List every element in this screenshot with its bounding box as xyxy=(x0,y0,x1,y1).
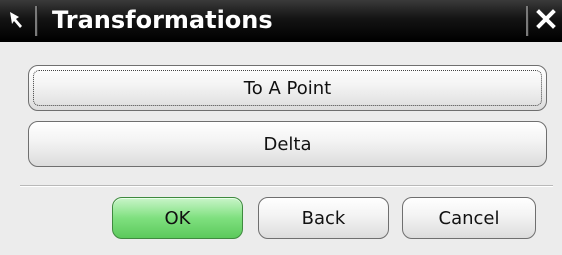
close-icon xyxy=(535,8,557,34)
to-a-point-button[interactable]: To A Point xyxy=(28,65,547,111)
ok-label: OK xyxy=(164,207,191,229)
footer-separator xyxy=(20,185,553,187)
back-button[interactable]: Back xyxy=(258,197,389,239)
title-separator-right xyxy=(526,6,529,36)
delta-label: Delta xyxy=(263,133,312,155)
cancel-button[interactable]: Cancel xyxy=(402,197,536,239)
close-button[interactable] xyxy=(532,4,560,38)
title-bar: Transformations xyxy=(0,0,562,42)
delta-button[interactable]: Delta xyxy=(28,121,547,167)
to-a-point-label: To A Point xyxy=(243,77,332,99)
back-label: Back xyxy=(301,207,346,229)
title-separator xyxy=(35,6,38,36)
cancel-label: Cancel xyxy=(438,207,500,229)
select-arrow-icon xyxy=(2,2,32,38)
ok-button[interactable]: OK xyxy=(112,197,243,239)
dialog-title: Transformations xyxy=(52,6,273,34)
